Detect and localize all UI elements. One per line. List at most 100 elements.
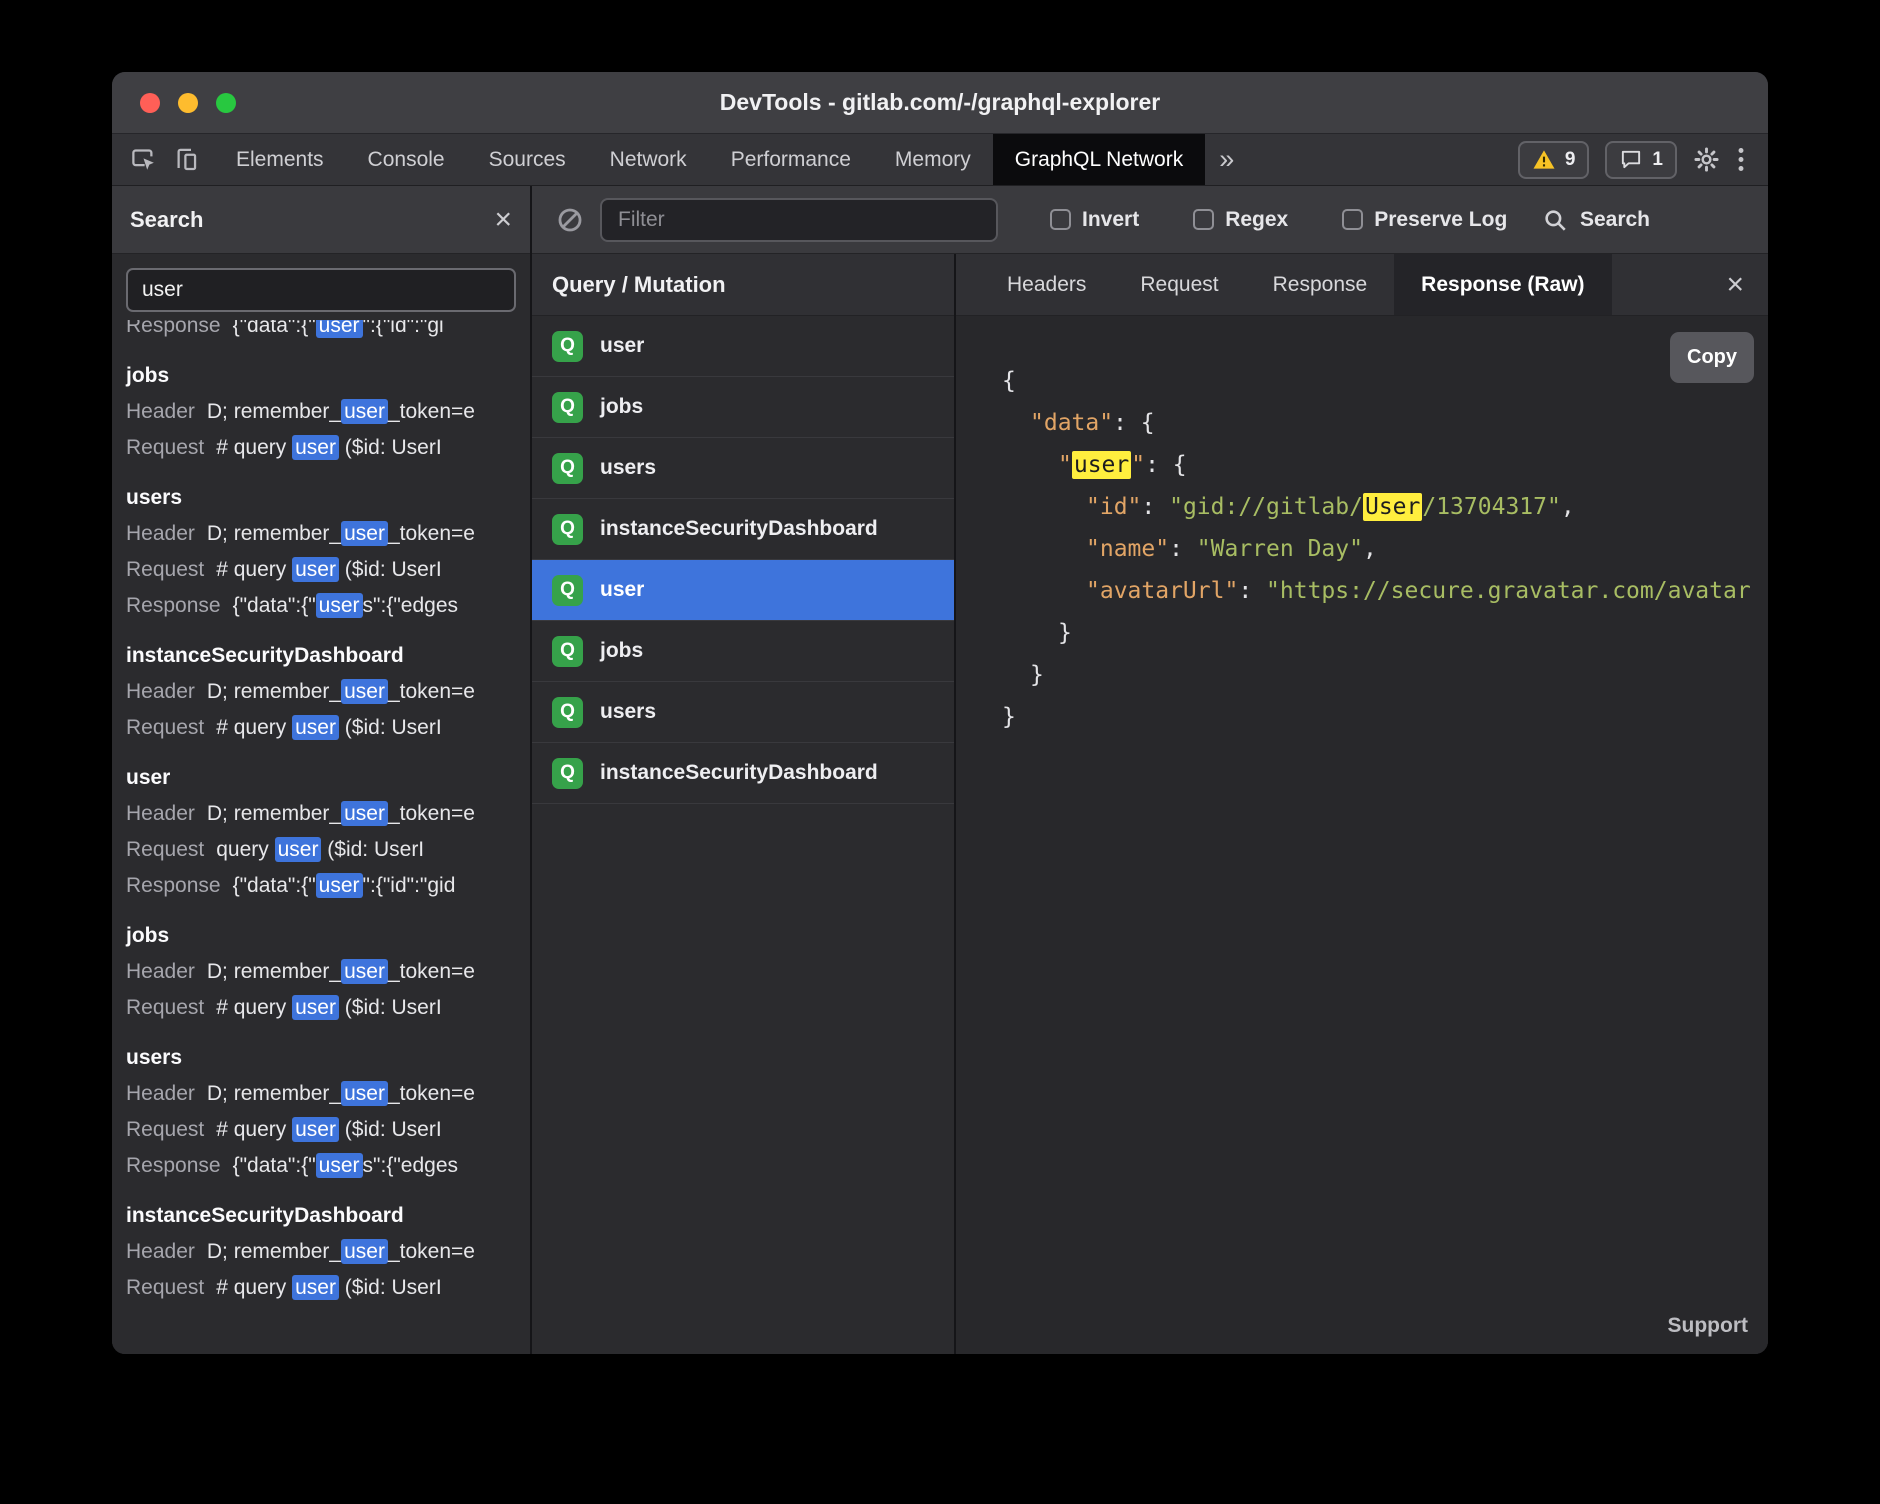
search-result-line[interactable]: Request# query user ($id: UserI (126, 552, 516, 588)
search-result-line[interactable]: Request# query user ($id: UserI (126, 990, 516, 1026)
chat-bubble-icon (1619, 148, 1643, 171)
json-line: { (1002, 360, 1768, 402)
filter-input[interactable] (600, 198, 998, 242)
query-list-item-user[interactable]: Quser (532, 560, 954, 621)
query-item-label: jobs (600, 395, 643, 419)
query-badge-icon: Q (552, 636, 583, 667)
search-result-line[interactable]: Response{"data":{"user":{"id":"gi (126, 320, 516, 344)
toolbar-search[interactable]: Search (1542, 207, 1650, 233)
search-match-highlight: user (316, 1153, 363, 1178)
query-list-item-users[interactable]: Qusers (532, 438, 954, 499)
checkbox-box[interactable] (1050, 209, 1071, 230)
search-result-line[interactable]: HeaderD; remember_user_token=e (126, 516, 516, 552)
query-item-label: user (600, 578, 644, 602)
search-match-highlight: user (341, 1239, 388, 1264)
query-list-item-users[interactable]: Qusers (532, 682, 954, 743)
search-result-group-title[interactable]: instanceSecurityDashboard (126, 1198, 516, 1234)
warning-count: 9 (1565, 149, 1576, 171)
checkbox-box[interactable] (1193, 209, 1214, 230)
query-list-item-instancesecuritydashboard[interactable]: QinstanceSecurityDashboard (532, 743, 954, 804)
detail-tab-response[interactable]: Response (1246, 254, 1395, 315)
toolbar-left-icons (112, 134, 214, 185)
devtools-tab-network[interactable]: Network (588, 134, 709, 185)
clear-log-icon[interactable] (556, 206, 584, 234)
search-result-line[interactable]: Request# query user ($id: UserI (126, 1112, 516, 1148)
search-input[interactable] (126, 268, 516, 312)
query-list-item-instancesecuritydashboard[interactable]: QinstanceSecurityDashboard (532, 499, 954, 560)
toolbar-search-label: Search (1580, 208, 1650, 232)
close-window-button[interactable] (140, 93, 160, 113)
search-result-line[interactable]: Request# query user ($id: UserI (126, 1270, 516, 1306)
kebab-menu-icon[interactable] (1736, 146, 1746, 173)
devtools-tab-performance[interactable]: Performance (709, 134, 873, 185)
search-result-line[interactable]: Requestquery user ($id: UserI (126, 832, 516, 868)
settings-gear-icon[interactable] (1693, 146, 1720, 173)
search-result-group-title[interactable]: user (126, 760, 516, 796)
query-list-item-jobs[interactable]: Qjobs (532, 377, 954, 438)
inspect-element-icon[interactable] (130, 146, 157, 173)
search-result-line[interactable]: HeaderD; remember_user_token=e (126, 954, 516, 990)
search-icon (1542, 207, 1568, 233)
detail-tab-headers[interactable]: Headers (980, 254, 1113, 315)
checkbox-label: Regex (1225, 208, 1288, 232)
json-line: "user": { (1002, 444, 1768, 486)
checkbox-invert[interactable]: Invert (1050, 208, 1139, 232)
search-result-line[interactable]: Request# query user ($id: UserI (126, 430, 516, 466)
search-result-line[interactable]: Response{"data":{"user":{"id":"gid (126, 868, 516, 904)
search-result-line[interactable]: HeaderD; remember_user_token=e (126, 674, 516, 710)
checkbox-regex[interactable]: Regex (1193, 208, 1288, 232)
devtools-toolbar: ElementsConsoleSourcesNetworkPerformance… (112, 134, 1768, 186)
devtools-tab-console[interactable]: Console (346, 134, 467, 185)
search-match-highlight: user (292, 557, 339, 582)
devtools-tab-elements[interactable]: Elements (214, 134, 346, 185)
message-count: 1 (1652, 149, 1663, 171)
zoom-window-button[interactable] (216, 93, 236, 113)
result-field-label: Header (126, 522, 195, 545)
result-field-label: Request (126, 1276, 204, 1299)
search-result-line[interactable]: Response{"data":{"users":{"edges (126, 588, 516, 624)
search-match-highlight: user (292, 1275, 339, 1300)
detail-tab-request[interactable]: Request (1113, 254, 1245, 315)
network-area: InvertRegexPreserve Log Search Query / M… (532, 186, 1768, 1354)
device-toolbar-icon[interactable] (173, 146, 200, 173)
result-field-label: Header (126, 960, 195, 983)
messages-badge[interactable]: 1 (1605, 141, 1677, 179)
search-result-line[interactable]: Response{"data":{"users":{"edges (126, 1148, 516, 1184)
minimize-window-button[interactable] (178, 93, 198, 113)
search-result-group-title[interactable]: jobs (126, 358, 516, 394)
close-search-panel-icon[interactable]: × (494, 205, 512, 235)
search-result-line[interactable]: HeaderD; remember_user_token=e (126, 796, 516, 832)
query-item-label: user (600, 334, 644, 358)
close-detail-icon[interactable]: × (1726, 254, 1768, 315)
checkbox-preserve-log[interactable]: Preserve Log (1342, 208, 1507, 232)
copy-button[interactable]: Copy (1670, 332, 1754, 383)
more-tabs-chevron-icon[interactable]: » (1205, 134, 1248, 185)
devtools-tab-sources[interactable]: Sources (467, 134, 588, 185)
search-result-group-title[interactable]: jobs (126, 918, 516, 954)
detail-tabs-bar: HeadersRequestResponseResponse (Raw) × (956, 254, 1768, 316)
devtools-tab-graphql-network[interactable]: GraphQL Network (993, 134, 1205, 185)
checkbox-box[interactable] (1342, 209, 1363, 230)
search-result-line[interactable]: Request# query user ($id: UserI (126, 710, 516, 746)
warnings-badge[interactable]: 9 (1518, 141, 1590, 179)
devtools-tab-memory[interactable]: Memory (873, 134, 993, 185)
support-link[interactable]: Support (1668, 1314, 1748, 1338)
response-raw-view: Copy {"data": {"user": {"id": "gid://git… (956, 316, 1768, 1354)
search-match-highlight: user (316, 320, 363, 338)
detail-panel: HeadersRequestResponseResponse (Raw) × C… (956, 254, 1768, 1354)
search-result-line[interactable]: HeaderD; remember_user_token=e (126, 1076, 516, 1112)
query-list-item-jobs[interactable]: Qjobs (532, 621, 954, 682)
search-result-line[interactable]: HeaderD; remember_user_token=e (126, 1234, 516, 1270)
search-match-highlight: user (292, 995, 339, 1020)
search-result-line[interactable]: HeaderD; remember_user_token=e (126, 394, 516, 430)
search-result-group-title[interactable]: users (126, 480, 516, 516)
search-result-group-title[interactable]: instanceSecurityDashboard (126, 638, 516, 674)
result-field-label: Response (126, 874, 221, 897)
result-field-label: Request (126, 436, 204, 459)
main-area: Search × Response{"data":{"user":{"id":"… (112, 186, 1768, 1354)
query-item-label: instanceSecurityDashboard (600, 761, 878, 785)
query-list-item-user[interactable]: Quser (532, 316, 954, 377)
search-result-group-title[interactable]: users (126, 1040, 516, 1076)
detail-tab-response-raw[interactable]: Response (Raw) (1394, 254, 1611, 315)
json-line: } (1002, 654, 1768, 696)
